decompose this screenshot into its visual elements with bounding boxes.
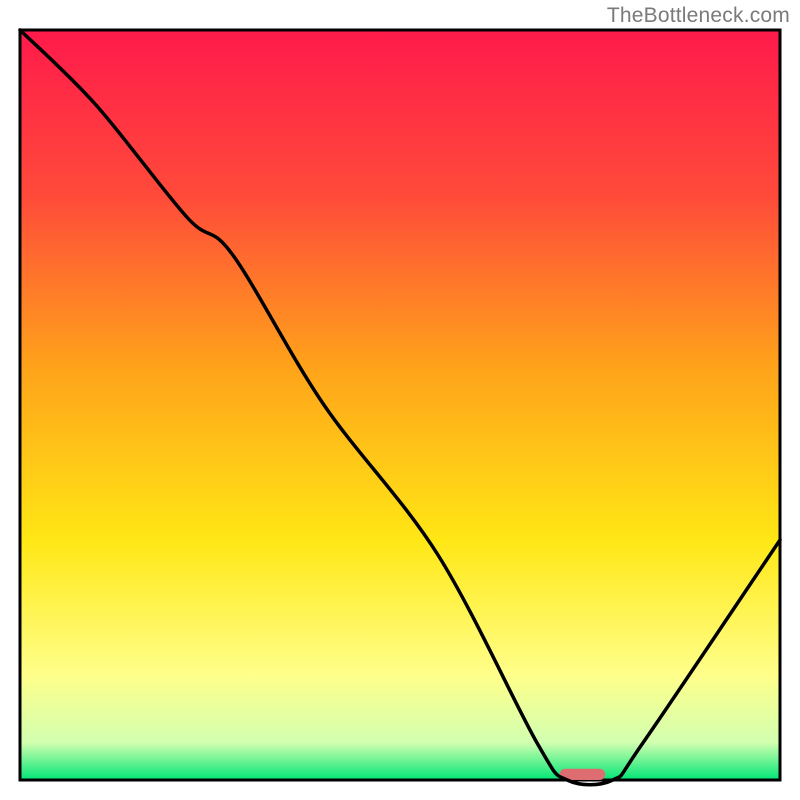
bottleneck-chart	[0, 0, 800, 800]
gradient-background	[20, 30, 780, 780]
